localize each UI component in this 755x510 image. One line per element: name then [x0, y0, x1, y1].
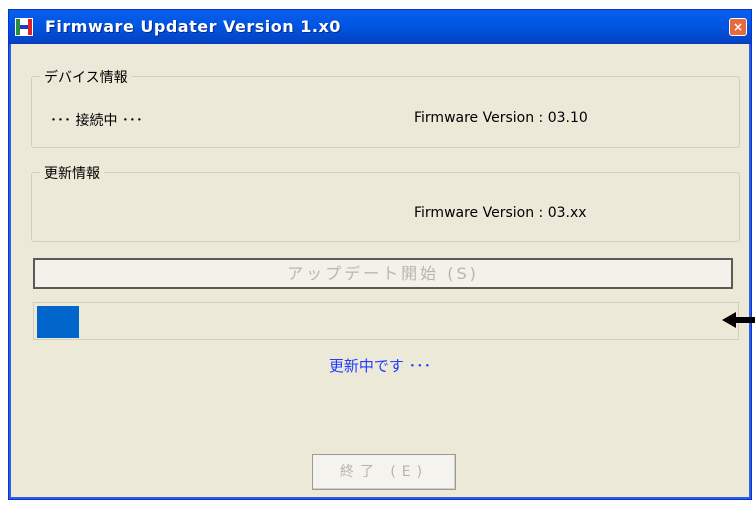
updater-window: Firmware Updater Version 1.x0 × デバイス情報 ･…	[8, 9, 752, 500]
exit-button[interactable]: 終了 (E)	[312, 454, 456, 490]
window-title: Firmware Updater Version 1.x0	[45, 17, 341, 36]
close-button[interactable]: ×	[729, 18, 747, 36]
update-info-group: 更新情報 Firmware Version : 03.xx	[31, 163, 740, 242]
device-info-group: デバイス情報 ･･･ 接続中 ･･･ Firmware Version : 03…	[31, 67, 740, 148]
close-icon: ×	[732, 20, 744, 34]
progress-fill	[37, 306, 79, 338]
update-info-legend: 更新情報	[40, 163, 104, 183]
status-text: 更新中です ･･･	[328, 357, 432, 375]
device-firmware-version: Firmware Version : 03.10	[414, 110, 588, 126]
start-update-button[interactable]: アップデート開始 (S)	[33, 258, 733, 289]
device-info-legend: デバイス情報	[40, 67, 132, 87]
progress-bar	[33, 302, 739, 340]
title-bar[interactable]: Firmware Updater Version 1.x0 ×	[9, 10, 751, 44]
firmware-app-icon	[15, 18, 33, 36]
update-firmware-version: Firmware Version : 03.xx	[414, 205, 587, 221]
connection-status: ･･･ 接続中 ･･･	[50, 113, 143, 129]
arrow-left-icon	[722, 312, 755, 328]
